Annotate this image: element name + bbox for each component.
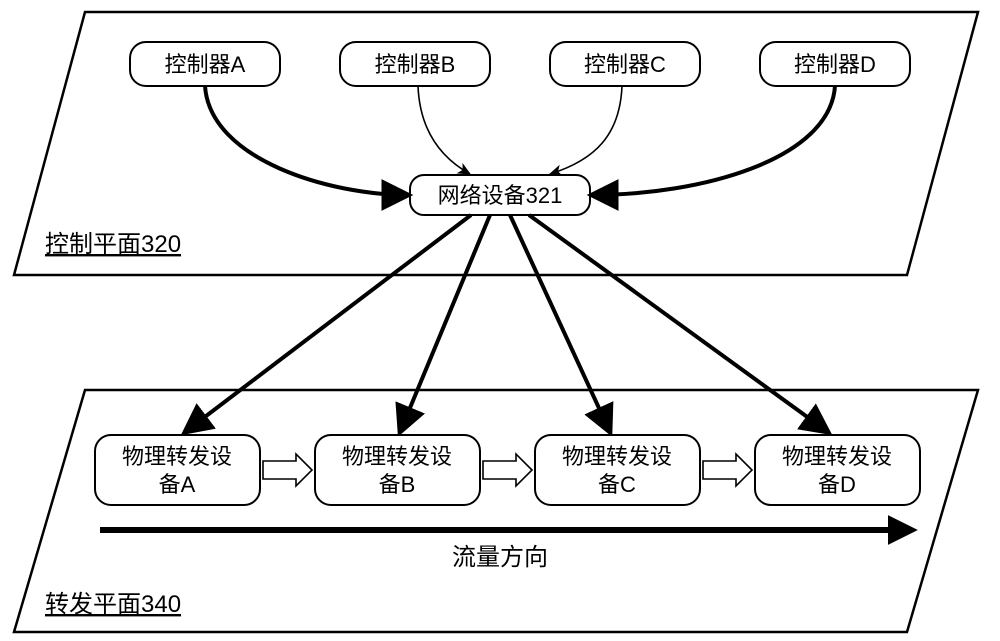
control-plane-label: 控制平面320 (45, 231, 181, 258)
network-device-label: 网络设备321 (438, 183, 563, 208)
device-c-suffix: 备C (598, 472, 636, 497)
controller-d: 控制器D (760, 42, 910, 86)
network-device: 网络设备321 (410, 175, 590, 215)
device-b-prefix: 物理转发设 (342, 444, 452, 469)
device-a: 物理转发设 备A (95, 435, 260, 505)
controller-c: 控制器C (550, 42, 700, 86)
device-b-suffix: 备B (379, 472, 416, 497)
controller-c-label: 控制器C (584, 52, 666, 77)
device-a-prefix: 物理转发设 (122, 444, 232, 469)
flow-direction-label: 流量方向 (452, 544, 548, 571)
controller-b: 控制器B (340, 42, 490, 86)
device-d: 物理转发设 备D (755, 435, 920, 505)
controller-a: 控制器A (130, 42, 280, 86)
controller-b-label: 控制器B (375, 52, 456, 77)
device-c: 物理转发设 备C (535, 435, 700, 505)
controller-a-label: 控制器A (165, 52, 246, 77)
device-a-suffix: 备A (159, 472, 196, 497)
device-d-suffix: 备D (818, 472, 856, 497)
device-c-prefix: 物理转发设 (562, 444, 672, 469)
device-d-prefix: 物理转发设 (782, 444, 892, 469)
device-b: 物理转发设 备B (315, 435, 480, 505)
controller-d-label: 控制器D (794, 52, 876, 77)
forwarding-plane-label: 转发平面340 (45, 591, 181, 618)
architecture-diagram: 控制器A 控制器B 控制器C 控制器D 网络设备321 控制平面320 转发平面… (0, 0, 1000, 641)
